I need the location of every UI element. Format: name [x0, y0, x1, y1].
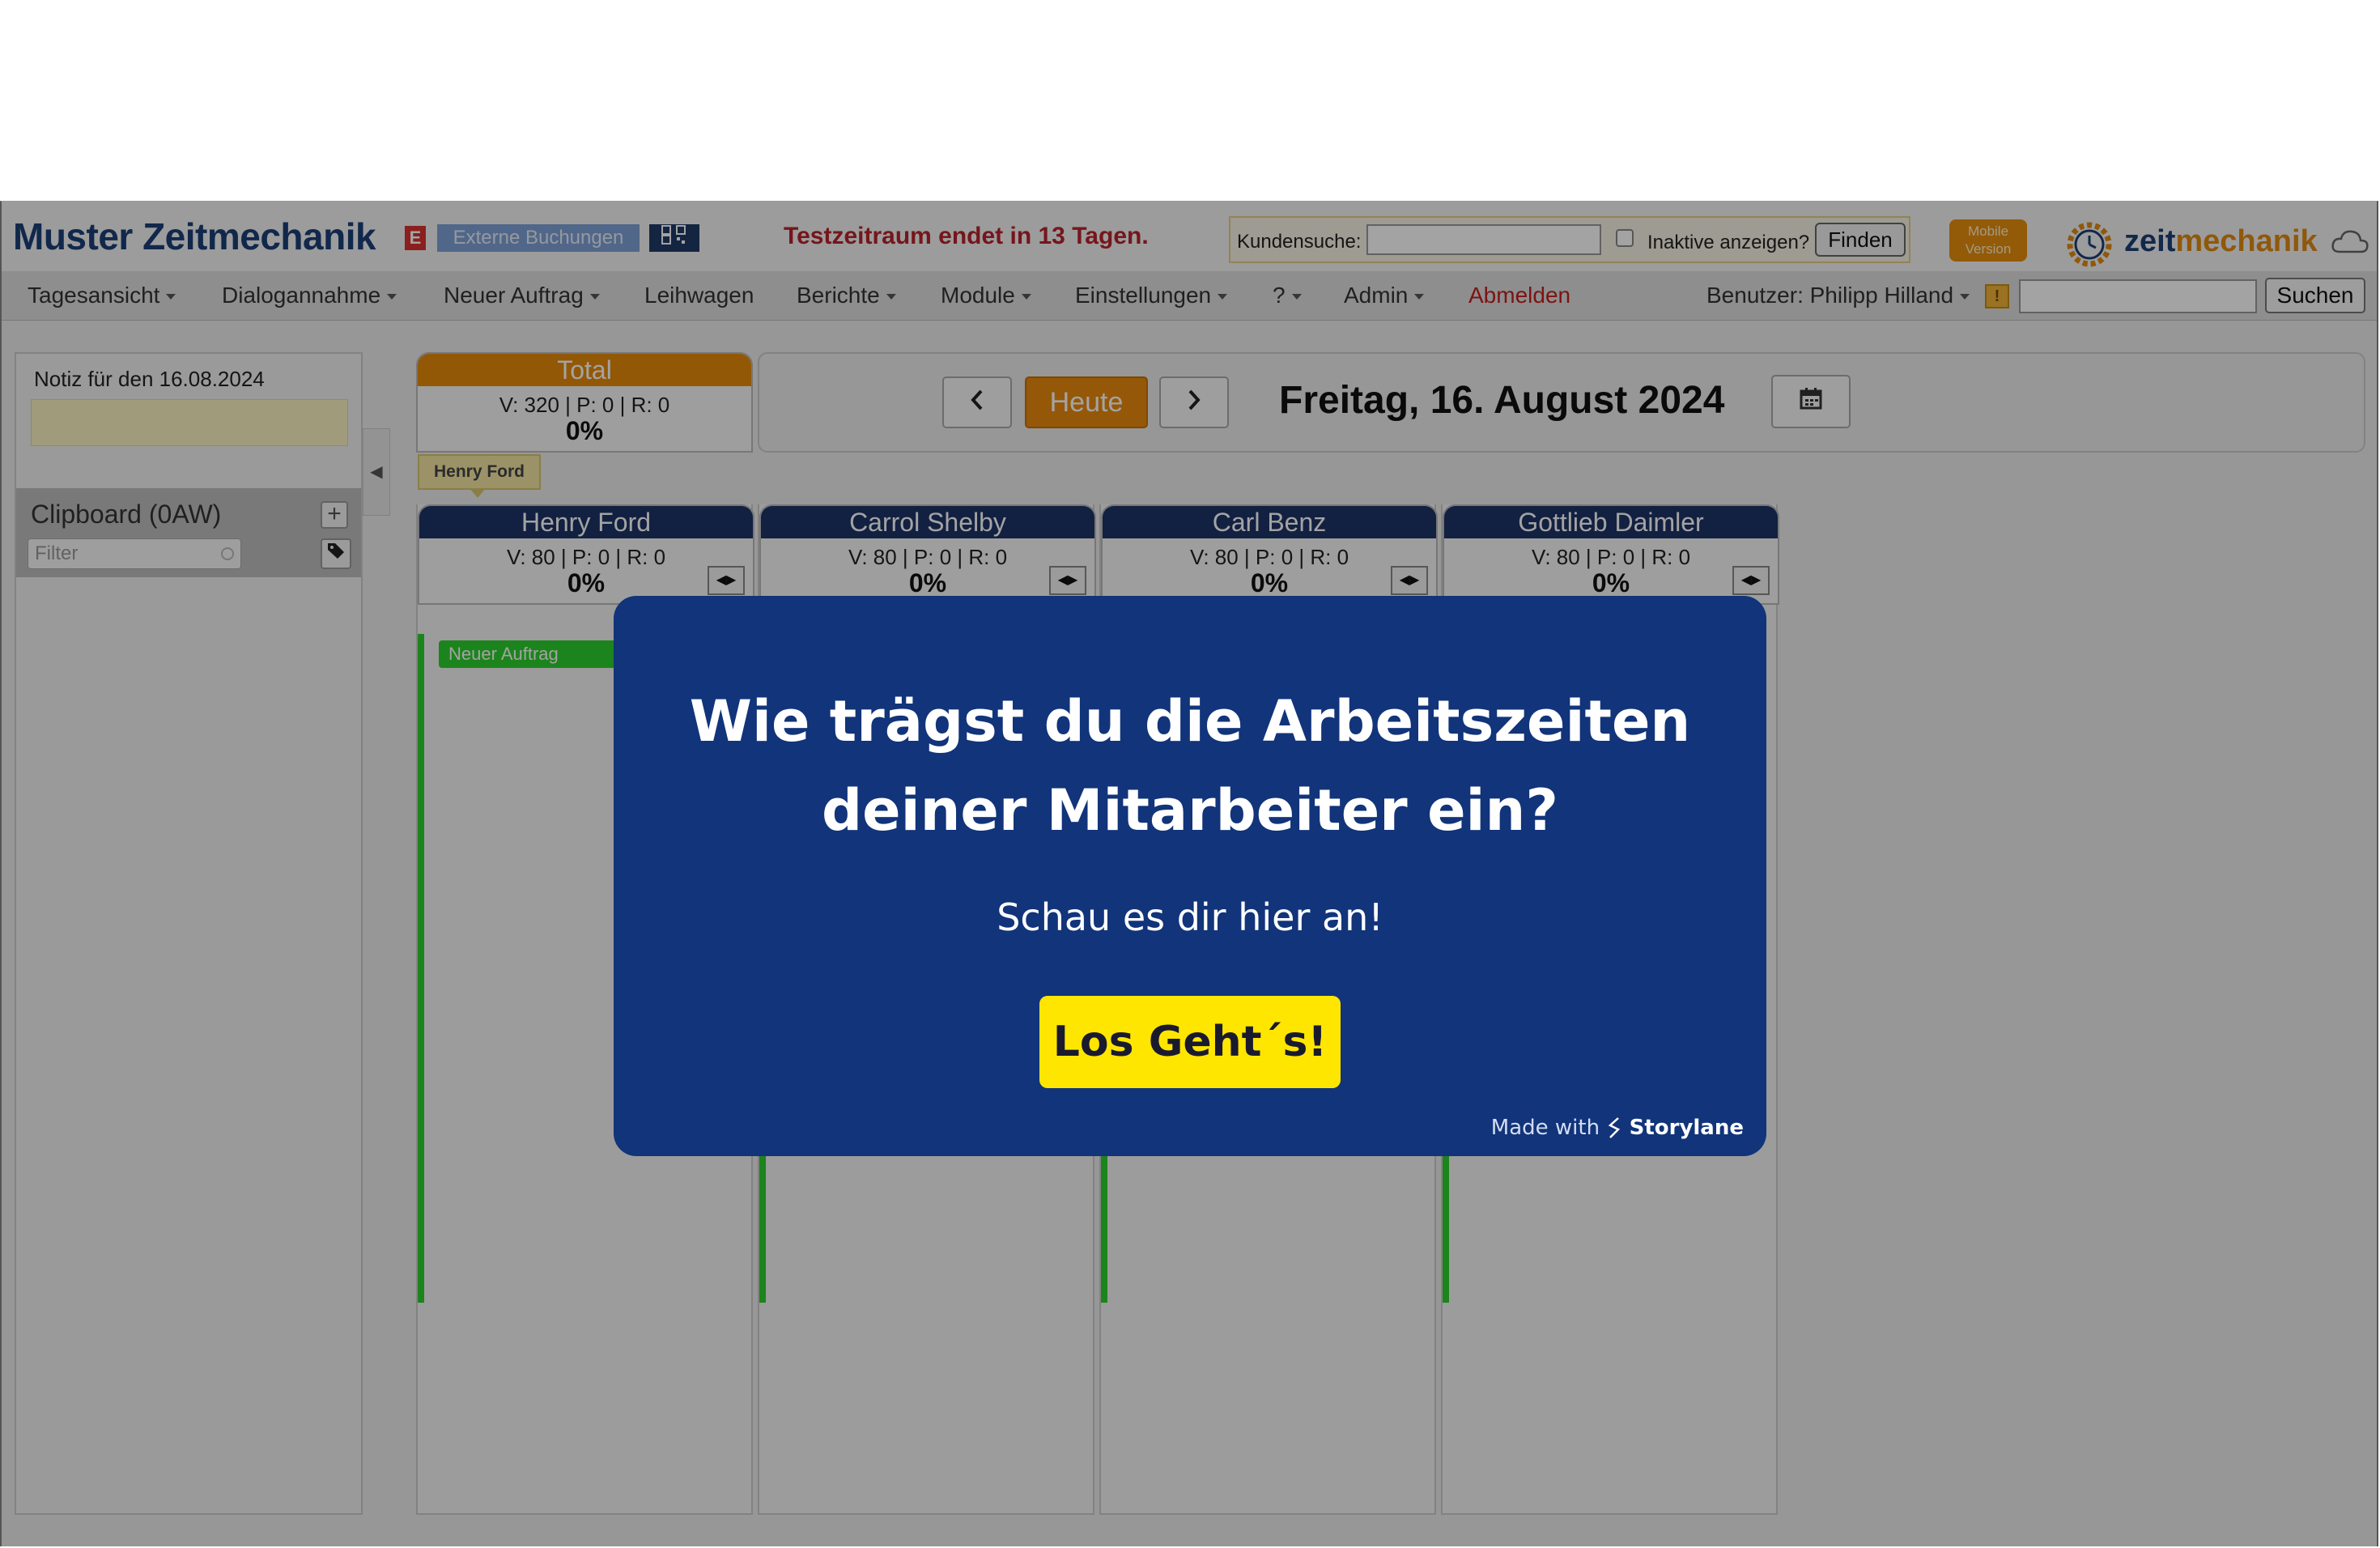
lets-go-button[interactable]: Los Geht´s!: [1039, 996, 1341, 1088]
modal-title-line-1: Wie trägst du die Arbeitszeiten: [689, 688, 1691, 755]
modal-title: Wie trägst du die Arbeitszeiten deiner M…: [614, 677, 1766, 855]
made-with-label: Made with: [1490, 1115, 1600, 1140]
modal-title-line-2: deiner Mitarbeiter ein?: [822, 777, 1558, 844]
made-with-storylane[interactable]: Made with Storylane: [1491, 1116, 1744, 1141]
storylane-modal: Wie trägst du die Arbeitszeiten deiner M…: [614, 596, 1766, 1156]
modal-subtitle: Schau es dir hier an!: [997, 895, 1383, 939]
storylane-brand: Storylane: [1629, 1115, 1744, 1140]
storylane-icon: [1609, 1117, 1621, 1138]
